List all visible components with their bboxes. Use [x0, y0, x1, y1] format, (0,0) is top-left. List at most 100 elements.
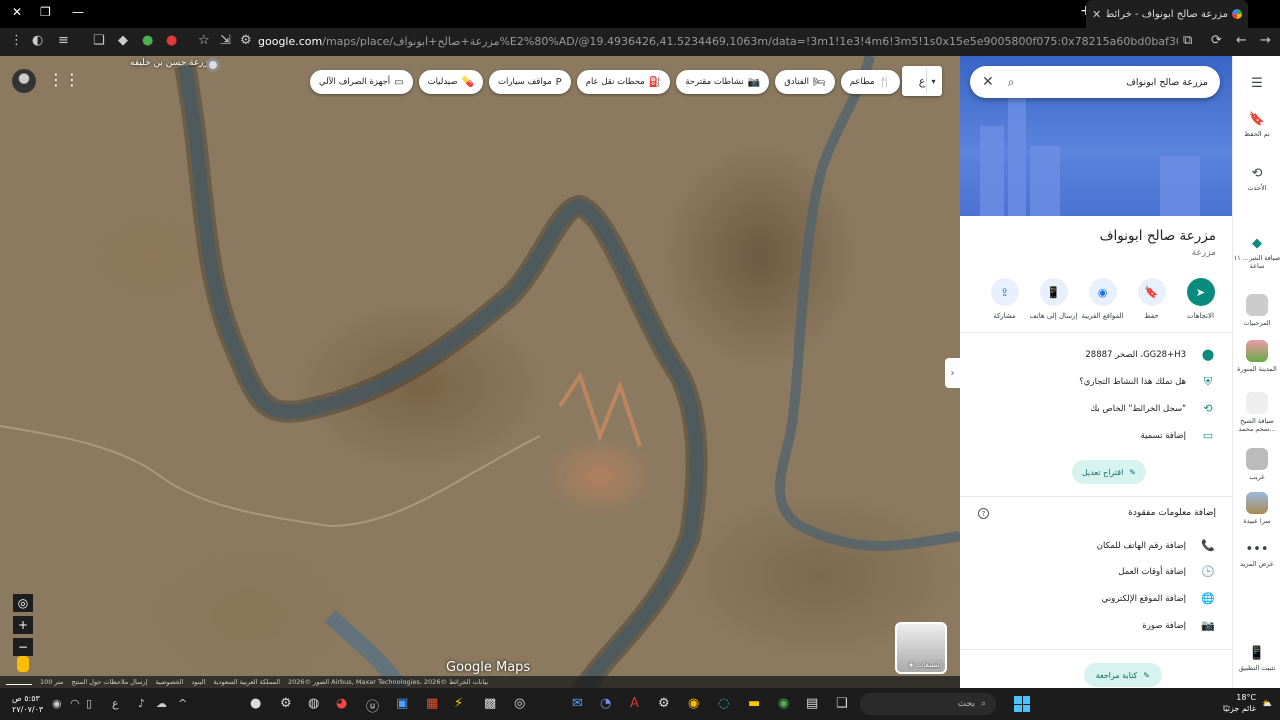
taskbar-app-icon[interactable]: ●: [250, 696, 261, 711]
rail-recent-place[interactable]: سرا عبيدة: [1233, 492, 1280, 525]
shield-extension-icon[interactable]: ●: [142, 33, 153, 48]
add-website-row[interactable]: 🌐 إضافة الموقع الإلكتروني: [1102, 592, 1216, 605]
add-phone-row[interactable]: 📞 إضافة رقم الهاتف للمكان: [1097, 539, 1216, 552]
bookmark-star-icon[interactable]: ☆: [198, 33, 210, 48]
language-indicator[interactable]: ع: [112, 697, 119, 710]
discord-icon[interactable]: ◔: [600, 696, 611, 711]
rail-install-app[interactable]: 📱 تثبيت التطبيق: [1233, 646, 1280, 672]
menu-dots-icon[interactable]: ⋮: [10, 33, 23, 48]
rail-recent-place[interactable]: صيافة الشيخ سحم محمد...: [1233, 392, 1280, 433]
my-location-icon[interactable]: ◎: [13, 594, 33, 612]
wifi-icon[interactable]: ◠: [70, 697, 80, 710]
chip-pharmacies[interactable]: 💊 صيدليات: [418, 70, 484, 94]
taskbar-search[interactable]: بحث ⌕: [860, 693, 996, 715]
zoom-out-button[interactable]: −: [13, 638, 33, 656]
acrobat-icon[interactable]: A: [630, 696, 639, 711]
tray-icon[interactable]: ◉: [52, 697, 62, 710]
apps-grid-icon[interactable]: ⋮⋮: [48, 70, 80, 89]
feedback-link[interactable]: إرسال ملاحظات حول المنتج: [72, 678, 148, 686]
battery-icon[interactable]: ▯: [86, 697, 92, 710]
chrome-alt-icon[interactable]: ◕: [336, 696, 347, 711]
close-window-button[interactable]: ✕: [12, 5, 22, 19]
chip-restaurants[interactable]: 🍴 مطاعم: [840, 70, 900, 94]
claim-business-row[interactable]: ⛨ هل تملك هذا النشاط التجاري؟: [1079, 375, 1216, 389]
taskbar-app-icon[interactable]: ▣: [396, 696, 408, 711]
chip-things-to-do[interactable]: 📷 نشاطات مقترحة: [676, 70, 770, 94]
maximize-window-button[interactable]: ❐: [40, 5, 51, 19]
nearby-button[interactable]: ◉ المواقع القريبة: [1081, 278, 1124, 320]
directions-button[interactable]: ➤ الاتجاهات: [1183, 278, 1218, 320]
taskbar-app-icon[interactable]: ⚡: [454, 696, 463, 711]
rail-recent-place[interactable]: المرجبيات: [1233, 294, 1280, 327]
puzzle-icon[interactable]: ❏: [93, 33, 105, 48]
taskbar-app-icon[interactable]: ⓤ: [366, 696, 379, 715]
chip-atms[interactable]: ▭ أجهزة الصراف الآلي: [309, 70, 413, 94]
search-input[interactable]: مزرعة صالح ابونواف: [1014, 77, 1208, 88]
task-view-icon[interactable]: ❑: [836, 696, 848, 711]
reload-icon[interactable]: ⟳: [1211, 33, 1222, 48]
rail-recent-place[interactable]: غريب: [1233, 448, 1280, 481]
browser-tab[interactable]: ✕ مزرعة صالح ابونواف - خرائط Google: [1086, 0, 1248, 28]
help-icon[interactable]: ?: [978, 508, 989, 519]
mic-icon[interactable]: ♪: [138, 697, 145, 710]
chip-transit[interactable]: ⛽ محطات نقل عام: [576, 70, 671, 94]
weather-widget[interactable]: 18°C غائم جزئيًا ⛅: [1223, 692, 1272, 714]
rail-recent-place[interactable]: ◆ صيافة الشر... ١١ ساعة: [1233, 236, 1280, 270]
street-view-pegman-icon[interactable]: [17, 656, 29, 672]
rail-menu[interactable]: ☰: [1233, 76, 1280, 91]
add-hours-row[interactable]: 🕒 إضافة أوقات العمل: [1118, 565, 1216, 578]
place-category[interactable]: مزرعة: [1192, 248, 1216, 258]
place-pin-icon[interactable]: [206, 58, 220, 72]
share-button[interactable]: ⇪ مشاركة: [987, 278, 1022, 320]
rail-saved[interactable]: 🔖 تم الحفظ: [1233, 112, 1280, 138]
close-tab-icon[interactable]: ✕: [1092, 8, 1101, 21]
minimize-window-button[interactable]: —: [72, 5, 84, 19]
steam-icon[interactable]: ⚙: [658, 696, 670, 711]
collapse-panel-button[interactable]: ›: [945, 358, 960, 388]
timeline-row[interactable]: ⟲ "سجل الخرائط" الخاص بك: [1090, 402, 1216, 415]
chip-parking[interactable]: P مواقف سيارات: [489, 70, 571, 94]
add-photo-row[interactable]: 📷 إضافة صورة: [1142, 619, 1216, 632]
chevron-up-icon[interactable]: ^: [178, 697, 187, 710]
language-toggle[interactable]: ع ▾: [902, 66, 942, 96]
chip-hotels[interactable]: 🛏 الفنادق: [775, 70, 835, 94]
write-review-button[interactable]: ✎ كتابة مراجعة: [1083, 663, 1162, 687]
windows-start-icon[interactable]: [1014, 696, 1030, 712]
forward-icon[interactable]: →: [1260, 33, 1271, 48]
mail-icon[interactable]: ✉: [572, 696, 583, 711]
suggest-edit-button[interactable]: ✎ اقتراح تعديل: [1071, 460, 1146, 484]
edge-icon[interactable]: ◌: [718, 696, 729, 711]
zoom-in-button[interactable]: +: [13, 616, 33, 634]
system-clock[interactable]: ٥:٥٣ ص ٢٧/٠٧/٠٣: [12, 693, 43, 715]
install-icon[interactable]: ⇲: [220, 33, 231, 48]
chevron-down-icon[interactable]: ▾: [926, 68, 940, 94]
send-to-phone-button[interactable]: 📱 إرسال إلى هاتف: [1030, 278, 1077, 320]
extension-icon[interactable]: ◆: [118, 33, 128, 48]
address-row[interactable]: ⬤ GG28+H3، الصخر 28887: [1085, 348, 1216, 361]
satellite-map[interactable]: ⋮⋮ مزرعة حسن بن خليفه 🍴 مطاعم 🛏 الفنادق 📷 ن…: [0, 56, 960, 688]
settings-icon[interactable]: ⚙: [280, 696, 292, 711]
chrome-icon[interactable]: ◉: [688, 696, 699, 711]
scale-label[interactable]: 100 متر: [40, 678, 64, 686]
account-avatar[interactable]: [12, 69, 36, 93]
rail-show-more[interactable]: ••• عرض المزيد: [1233, 542, 1280, 568]
extensions-icon[interactable]: ≡: [58, 33, 69, 48]
cloud-icon[interactable]: ☁: [156, 697, 167, 710]
close-icon[interactable]: ✕: [982, 74, 994, 90]
layers-button[interactable]: ◈ الطبقات: [895, 622, 947, 674]
profile-icon[interactable]: ◐: [32, 33, 43, 48]
privacy-link[interactable]: الخصوصية: [155, 678, 183, 686]
nearby-place-label[interactable]: مزرعة حسن بن خليفه: [130, 58, 213, 68]
terms-link[interactable]: البنود: [191, 678, 205, 686]
record-extension-icon[interactable]: ●: [166, 33, 177, 48]
split-view-icon[interactable]: ⧉: [1183, 33, 1192, 48]
rail-recents[interactable]: ⟲ الأحدث: [1233, 166, 1280, 192]
rail-recent-place[interactable]: المدينة المنورة: [1233, 340, 1280, 373]
add-label-row[interactable]: ▭ إضافة تسمية: [1141, 429, 1216, 442]
site-info-icon[interactable]: ⚙: [240, 33, 252, 48]
search-icon[interactable]: ⌕: [1008, 75, 1015, 90]
taskbar-app-icon[interactable]: ◍: [308, 696, 319, 711]
back-icon[interactable]: ←: [1236, 33, 1247, 48]
store-icon[interactable]: ▤: [806, 696, 818, 711]
file-explorer-icon[interactable]: ▬: [748, 696, 760, 711]
